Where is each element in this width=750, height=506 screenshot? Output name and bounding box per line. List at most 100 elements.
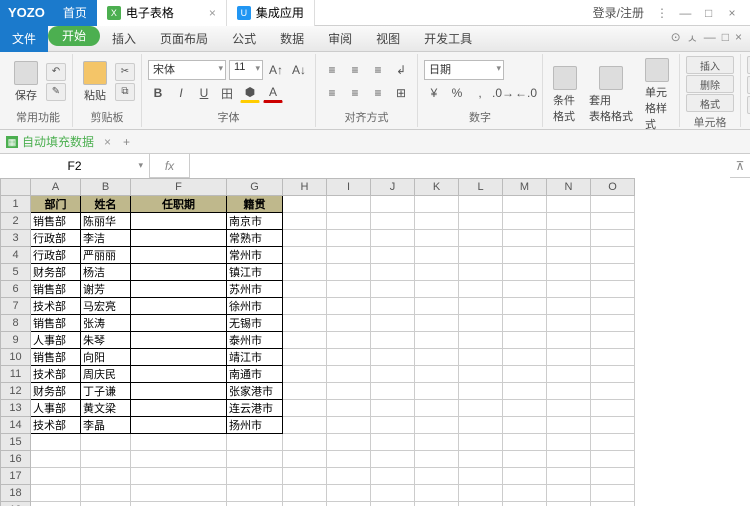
cell[interactable] (547, 451, 591, 468)
cell[interactable] (81, 434, 131, 451)
cell[interactable] (283, 434, 327, 451)
menu-tab-7[interactable]: 开发工具 (412, 26, 484, 52)
menu-tab-1[interactable]: 插入 (100, 26, 148, 52)
row-header[interactable]: 1 (1, 196, 31, 213)
cell[interactable] (283, 281, 327, 298)
row-header[interactable]: 16 (1, 451, 31, 468)
data-cell[interactable]: 人事部 (31, 332, 81, 349)
data-cell[interactable]: 销售部 (31, 315, 81, 332)
cell[interactable] (415, 434, 459, 451)
cell[interactable] (371, 485, 415, 502)
cell[interactable] (547, 281, 591, 298)
cell[interactable] (459, 485, 503, 502)
cell[interactable] (503, 213, 547, 230)
cell[interactable] (371, 230, 415, 247)
grow-font-icon[interactable]: A↑ (266, 60, 286, 80)
data-cell[interactable]: 南通市 (227, 366, 283, 383)
data-cell[interactable]: 苏州市 (227, 281, 283, 298)
data-cell[interactable]: 马宏亮 (81, 298, 131, 315)
cell[interactable] (81, 502, 131, 506)
menu-tab-2[interactable]: 页面布局 (148, 26, 220, 52)
align-mid-icon[interactable]: ≡ (345, 60, 365, 80)
row-header[interactable]: 19 (1, 502, 31, 506)
cell[interactable] (131, 451, 227, 468)
cell[interactable] (547, 332, 591, 349)
cell[interactable] (283, 417, 327, 434)
numfmt-select[interactable]: 日期 (424, 60, 504, 80)
table-header-cell[interactable]: 部门 (31, 196, 81, 213)
cell[interactable] (459, 315, 503, 332)
ribbon-close-icon[interactable]: × (735, 30, 742, 47)
data-cell[interactable] (131, 213, 227, 230)
font-select[interactable]: 宋体 (148, 60, 226, 80)
cell[interactable] (415, 247, 459, 264)
cell[interactable] (131, 502, 227, 506)
name-box[interactable]: F2 (0, 154, 150, 178)
cell[interactable] (283, 451, 327, 468)
cell[interactable] (503, 230, 547, 247)
format-button[interactable]: 格式 (686, 94, 734, 112)
format-painter-icon[interactable]: ✎ (46, 83, 66, 101)
underline-button[interactable]: U (194, 83, 214, 103)
wrap-icon[interactable]: ↲ (391, 60, 411, 80)
cell[interactable] (591, 383, 635, 400)
cell[interactable] (283, 468, 327, 485)
data-cell[interactable] (131, 247, 227, 264)
close-window-icon[interactable]: × (722, 6, 742, 20)
cell[interactable] (371, 213, 415, 230)
menu-tab-0[interactable]: 开始 (48, 26, 100, 46)
cell[interactable] (503, 332, 547, 349)
cell[interactable] (547, 247, 591, 264)
data-cell[interactable]: 行政部 (31, 247, 81, 264)
cell[interactable] (371, 196, 415, 213)
delete-button[interactable]: 删除 (686, 75, 734, 93)
cell[interactable] (371, 417, 415, 434)
data-cell[interactable]: 技术部 (31, 417, 81, 434)
cell[interactable] (415, 264, 459, 281)
cell[interactable] (283, 332, 327, 349)
insert-button[interactable]: 插入 (686, 56, 734, 74)
cell[interactable] (283, 196, 327, 213)
cell[interactable] (371, 468, 415, 485)
data-cell[interactable]: 杨洁 (81, 264, 131, 281)
align-center-icon[interactable]: ≡ (345, 83, 365, 103)
cell[interactable] (459, 366, 503, 383)
cell[interactable] (547, 366, 591, 383)
save-button[interactable]: 保存 (10, 59, 42, 105)
cell[interactable] (283, 349, 327, 366)
cell[interactable] (547, 264, 591, 281)
align-left-icon[interactable]: ≡ (322, 83, 342, 103)
cell[interactable] (459, 213, 503, 230)
cell[interactable] (31, 485, 81, 502)
data-cell[interactable]: 销售部 (31, 349, 81, 366)
cell[interactable] (459, 281, 503, 298)
col-header[interactable]: H (283, 179, 327, 196)
menu-tab-5[interactable]: 审阅 (316, 26, 364, 52)
bold-button[interactable]: B (148, 83, 168, 103)
cell[interactable] (591, 264, 635, 281)
cell[interactable] (503, 468, 547, 485)
row-header[interactable]: 11 (1, 366, 31, 383)
col-header[interactable]: G (227, 179, 283, 196)
data-cell[interactable]: 向阳 (81, 349, 131, 366)
cell[interactable] (591, 502, 635, 506)
cell[interactable] (547, 468, 591, 485)
data-cell[interactable]: 常州市 (227, 247, 283, 264)
data-cell[interactable]: 技术部 (31, 366, 81, 383)
cell[interactable] (371, 366, 415, 383)
cell[interactable] (327, 315, 371, 332)
cell[interactable] (31, 434, 81, 451)
cell[interactable] (547, 434, 591, 451)
data-cell[interactable]: 常熟市 (227, 230, 283, 247)
cell[interactable] (283, 366, 327, 383)
cell[interactable] (283, 383, 327, 400)
cell[interactable] (547, 400, 591, 417)
cell[interactable] (327, 485, 371, 502)
cell[interactable] (459, 247, 503, 264)
fill-color-icon[interactable]: ⬢ (240, 83, 260, 103)
cell[interactable] (503, 196, 547, 213)
cell[interactable] (415, 213, 459, 230)
cell[interactable] (503, 417, 547, 434)
data-cell[interactable] (131, 349, 227, 366)
cell[interactable] (327, 417, 371, 434)
